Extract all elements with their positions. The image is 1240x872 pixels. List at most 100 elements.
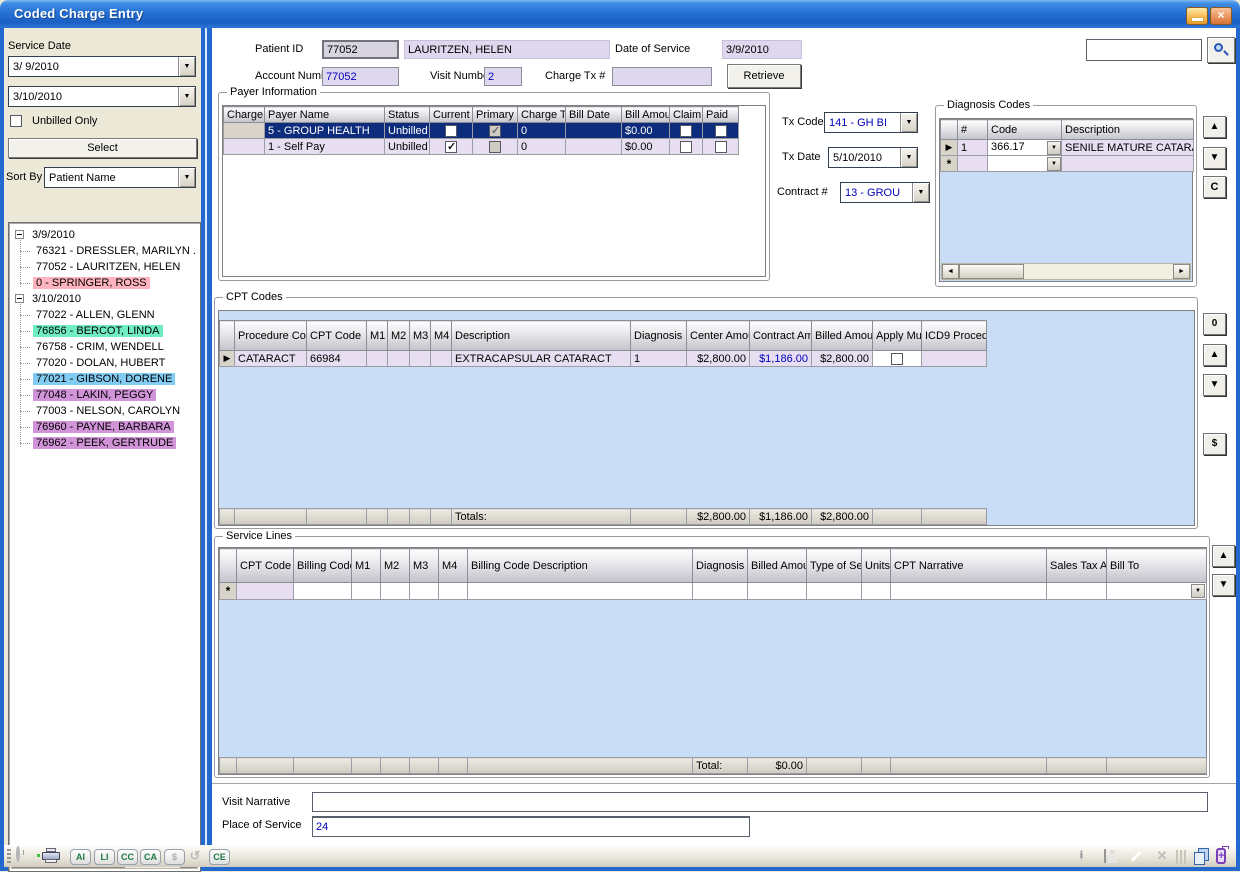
charge-button-cell[interactable] bbox=[224, 123, 265, 139]
window-title: Coded Charge Entry bbox=[14, 6, 143, 21]
diagnosis-move-down-button[interactable]: ▼ bbox=[1203, 147, 1226, 169]
current-row-icon: ▶ bbox=[220, 351, 235, 367]
contract-combo[interactable]: 13 - GROU▼ bbox=[840, 182, 930, 203]
tree-node-date[interactable]: 3/9/2010 bbox=[9, 227, 200, 243]
diagnosis-new-row[interactable]: * ▼ bbox=[941, 156, 1194, 172]
tree-item-patient[interactable]: 77020 - DOLAN, HUBERT bbox=[9, 355, 200, 371]
cpt-totals-row: Totals: $2,800.00 $1,186.00 $2,800.00 bbox=[219, 508, 987, 525]
claim-gen-checkbox[interactable] bbox=[680, 125, 692, 137]
add-case-icon[interactable]: + bbox=[1216, 850, 1226, 862]
tree-item-patient[interactable]: 77003 - NELSON, CAROLYN bbox=[9, 403, 200, 419]
toolbar-li-button[interactable]: LI bbox=[94, 849, 115, 865]
account-number-field[interactable]: 77052 bbox=[322, 67, 399, 86]
visit-number-field[interactable]: 2 bbox=[484, 67, 522, 86]
chevron-down-icon[interactable]: ▼ bbox=[1191, 584, 1205, 598]
minimize-button[interactable] bbox=[1186, 7, 1208, 25]
toolbar-cc-button[interactable]: CC bbox=[117, 849, 138, 865]
tree-item-patient[interactable]: 76758 - CRIM, WENDELL bbox=[9, 339, 200, 355]
search-icon bbox=[1212, 41, 1230, 59]
select-button[interactable]: Select bbox=[8, 138, 197, 158]
payer-header-row: ChargePayer Name StatusCurrent Payer Pri… bbox=[224, 107, 739, 123]
tree-item-patient[interactable]: 76962 - PEEK, GERTRUDE bbox=[9, 435, 200, 451]
cpt-header-row: Procedure CodeCPT Code M1M2 M3M4 Descrip… bbox=[220, 321, 987, 351]
visit-narrative-input[interactable] bbox=[312, 792, 1208, 812]
tree-item-patient[interactable]: 77021 - GIBSON, DORENE bbox=[9, 371, 200, 387]
scroll-track[interactable] bbox=[1024, 264, 1173, 279]
payer-information-groupbox: Payer Information ChargePayer Name Statu… bbox=[218, 92, 770, 281]
diagnosis-row[interactable]: ▶ 1 366.17▼ SENILE MATURE CATARA bbox=[941, 140, 1194, 156]
tx-date-combo[interactable]: 5/10/2010▼ bbox=[828, 147, 918, 168]
tree-item-patient[interactable]: 76960 - PAYNE, BARBARA bbox=[9, 419, 200, 435]
service-lines-groupbox: Service Lines CPT CodeBilling Code M1M2 … bbox=[214, 536, 1210, 778]
tree-item-patient[interactable]: 77052 - LAURITZEN, HELEN bbox=[9, 259, 200, 275]
service-date-to-combo[interactable]: 3/10/2010▼ bbox=[8, 86, 196, 107]
tree-collapse-icon[interactable] bbox=[15, 230, 24, 239]
scroll-thumb[interactable] bbox=[959, 264, 1024, 279]
toolbar-ai-button[interactable]: AI bbox=[70, 849, 91, 865]
cpt-zero-button[interactable]: 0 bbox=[1203, 313, 1226, 335]
claim-gen-checkbox[interactable] bbox=[680, 141, 692, 153]
visit-narrative-label: Visit Narrative bbox=[222, 796, 290, 808]
cpt-move-down-button[interactable]: ▼ bbox=[1203, 374, 1226, 396]
search-input[interactable] bbox=[1086, 39, 1202, 61]
service-move-up-button[interactable]: ▲ bbox=[1212, 545, 1235, 567]
cpt-row[interactable]: ▶ CATARACT 66984 EXTRACAPSULAR CATARACT … bbox=[220, 351, 987, 367]
tree-node-date[interactable]: 3/10/2010 bbox=[9, 291, 200, 307]
search-button[interactable] bbox=[1207, 37, 1235, 63]
payer-row[interactable]: 5 - GROUP HEALTH Unbilled 0 $0.00 bbox=[224, 123, 739, 139]
unbilled-only-checkbox[interactable] bbox=[10, 115, 22, 127]
diagnosis-c-button[interactable]: C bbox=[1203, 176, 1226, 198]
clock-icon[interactable] bbox=[16, 848, 20, 860]
diagnosis-move-up-button[interactable]: ▲ bbox=[1203, 116, 1226, 138]
current-payer-checkbox[interactable] bbox=[445, 125, 457, 137]
tree-item-patient[interactable]: 76856 - BERCOT, LINDA bbox=[9, 323, 200, 339]
cpt-dollar-button[interactable]: $ bbox=[1203, 433, 1226, 455]
chevron-down-icon[interactable]: ▼ bbox=[900, 113, 917, 132]
tree-item-patient[interactable]: 76321 - DRESSLER, MARILYN . bbox=[9, 243, 200, 259]
chevron-down-icon[interactable]: ▼ bbox=[178, 87, 195, 106]
payer-row[interactable]: 1 - Self Pay Unbilled 0 $0.00 bbox=[224, 139, 739, 155]
bottom-toolbar: AI LI CC CA $ ↺ CE i ✕ + bbox=[4, 845, 1236, 867]
new-row-icon: * bbox=[941, 156, 958, 172]
chevron-down-icon[interactable]: ▼ bbox=[1047, 157, 1061, 171]
scroll-right-icon[interactable]: ► bbox=[1173, 264, 1190, 279]
minimize-icon bbox=[1192, 18, 1203, 21]
cpt-move-up-button[interactable]: ▲ bbox=[1203, 344, 1226, 366]
charge-tx-field[interactable] bbox=[612, 67, 712, 86]
sort-by-combo[interactable]: Patient Name▼ bbox=[44, 167, 196, 188]
chevron-down-icon[interactable]: ▼ bbox=[178, 57, 195, 76]
payer-information-title: Payer Information bbox=[227, 86, 320, 98]
vertical-splitter[interactable] bbox=[201, 28, 212, 845]
toolbar-drag-handle[interactable] bbox=[7, 849, 11, 865]
chevron-down-icon[interactable]: ▼ bbox=[900, 148, 917, 167]
charge-button-cell[interactable] bbox=[224, 139, 265, 155]
tx-code-label: Tx Code bbox=[782, 116, 824, 128]
toolbar-ca-button[interactable]: CA bbox=[140, 849, 161, 865]
chevron-down-icon[interactable]: ▼ bbox=[178, 168, 195, 187]
info-icon: i bbox=[1080, 848, 1083, 863]
primary-checkbox bbox=[489, 125, 501, 137]
apply-multiplier-checkbox[interactable] bbox=[891, 353, 903, 365]
paid-checkbox[interactable] bbox=[715, 125, 727, 137]
tree-item-patient[interactable]: 0 - SPRINGER, ROSS bbox=[9, 275, 200, 291]
chevron-down-icon[interactable]: ▼ bbox=[912, 183, 929, 202]
diagnosis-horizontal-scrollbar[interactable]: ◄ ► bbox=[941, 263, 1191, 280]
scroll-left-icon[interactable]: ◄ bbox=[942, 264, 959, 279]
tree-item-patient[interactable]: 77048 - LAKIN, PEGGY bbox=[9, 387, 200, 403]
tree-collapse-icon[interactable] bbox=[15, 294, 24, 303]
retrieve-button[interactable]: Retrieve bbox=[727, 64, 801, 88]
service-date-from-combo[interactable]: 3/ 9/2010▼ bbox=[8, 56, 196, 77]
service-new-row[interactable]: * ▼ bbox=[220, 583, 1207, 600]
tree-item-patient[interactable]: 77022 - ALLEN, GLENN bbox=[9, 307, 200, 323]
service-move-down-button[interactable]: ▼ bbox=[1212, 574, 1235, 596]
paid-checkbox[interactable] bbox=[715, 141, 727, 153]
tx-date-label: Tx Date bbox=[782, 151, 821, 163]
chevron-down-icon[interactable]: ▼ bbox=[1047, 141, 1061, 155]
date-of-service-label: Date of Service bbox=[615, 43, 690, 55]
patient-id-field[interactable]: 77052 bbox=[322, 40, 399, 59]
toolbar-ce-button[interactable]: CE bbox=[209, 849, 230, 865]
current-payer-checkbox[interactable] bbox=[445, 141, 457, 153]
tx-code-combo[interactable]: 141 - GH BI▼ bbox=[824, 112, 918, 133]
place-of-service-input[interactable] bbox=[312, 816, 750, 837]
close-button[interactable]: × bbox=[1210, 7, 1232, 25]
